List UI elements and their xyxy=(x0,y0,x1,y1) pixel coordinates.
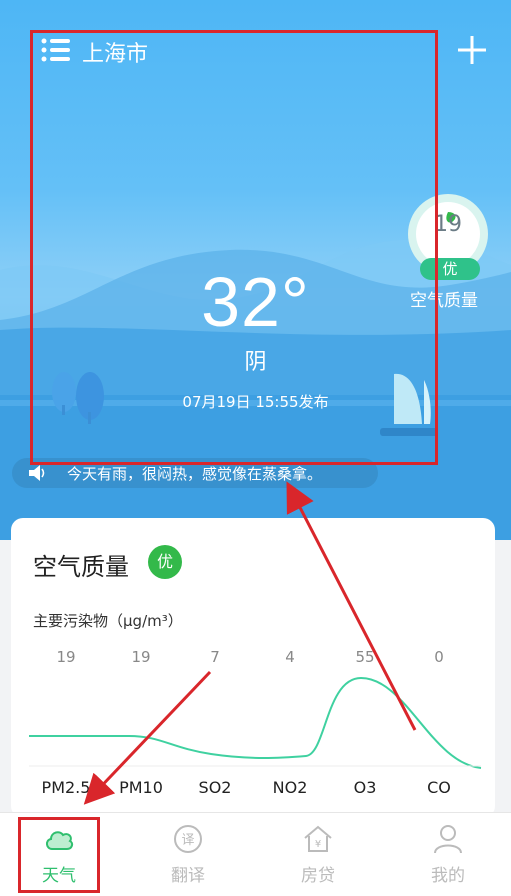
no2-value: 4 xyxy=(285,648,295,666)
tab-profile[interactable]: 我的 xyxy=(398,813,498,896)
tab-translate[interactable]: 译 翻译 xyxy=(138,813,238,896)
annotation-frame-tab xyxy=(18,817,100,893)
air-quality-card[interactable]: 空气质量 优 主要污染物（μg/m³） 19 19 7 4 55 0 PM2.5… xyxy=(11,518,495,818)
profile-icon xyxy=(434,825,462,854)
pollutant-trend-line xyxy=(29,676,482,769)
o3-label: O3 xyxy=(353,778,377,797)
tab-label: 我的 xyxy=(431,866,465,886)
tab-mortgage[interactable]: ¥ 房贷 xyxy=(268,813,368,896)
co-value: 0 xyxy=(434,648,444,666)
co-label: CO xyxy=(427,778,451,797)
tab-label: 房贷 xyxy=(301,866,335,886)
notice-text: 今天有雨，很闷热，感觉像在蒸桑拿。 xyxy=(67,465,323,483)
pm10-value: 19 xyxy=(131,648,151,666)
pm25-label: PM2.5 xyxy=(41,778,91,797)
svg-text:¥: ¥ xyxy=(315,839,321,850)
so2-value: 7 xyxy=(210,648,220,666)
air-quality-level-badge: 优 xyxy=(148,545,182,579)
pm10-label: PM10 xyxy=(119,778,163,797)
tab-label: 翻译 xyxy=(171,866,205,886)
o3-value: 55 xyxy=(355,648,375,666)
speaker-icon xyxy=(29,465,45,481)
svg-text:译: 译 xyxy=(181,833,194,848)
pm25-value: 19 xyxy=(56,648,76,666)
air-quality-title: 空气质量 xyxy=(33,553,129,581)
add-city-icon[interactable] xyxy=(456,34,488,66)
annotation-frame-weather xyxy=(30,30,438,465)
house-loan-icon: ¥ xyxy=(304,825,332,852)
pollutant-label: 主要污染物（μg/m³） xyxy=(33,612,183,630)
translate-icon: 译 xyxy=(174,825,202,853)
so2-label: SO2 xyxy=(198,778,232,797)
no2-label: NO2 xyxy=(272,778,308,797)
